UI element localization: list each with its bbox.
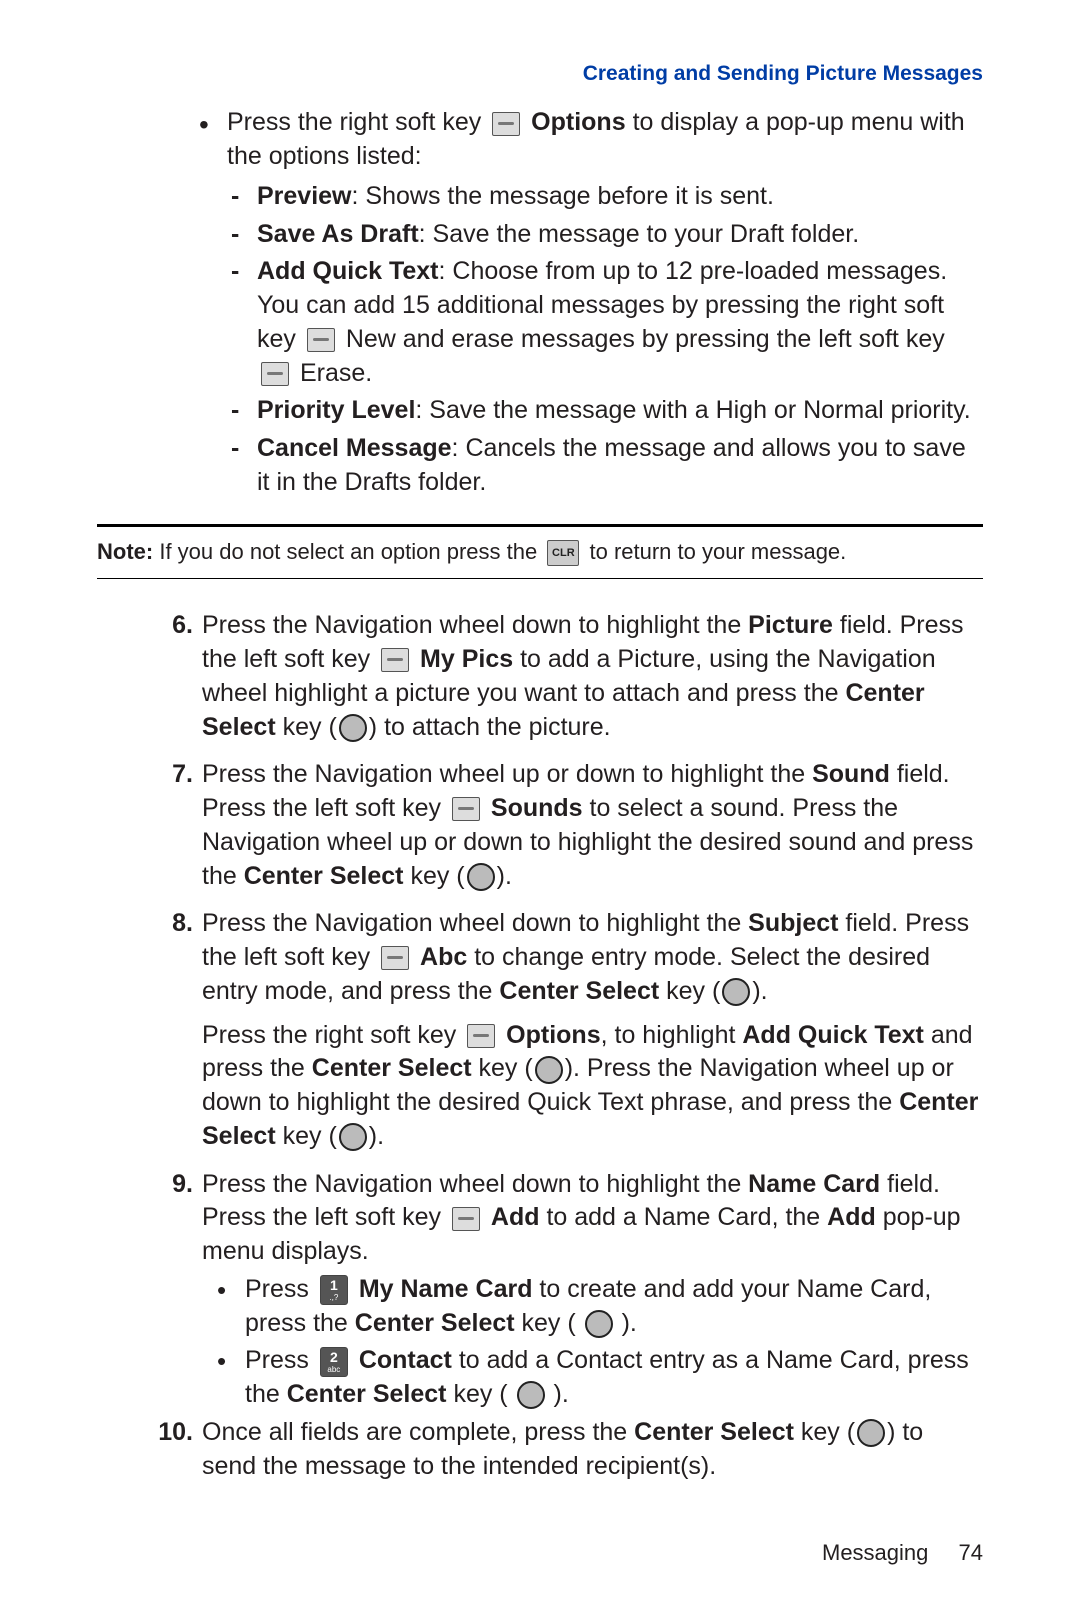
softkey-icon	[492, 112, 520, 136]
step-10: 10. Once all fields are complete, press …	[97, 1416, 983, 1484]
page-footer: Messaging 74	[822, 1538, 983, 1568]
softkey-icon	[261, 362, 289, 386]
softkey-icon	[381, 648, 409, 672]
center-select-icon	[517, 1381, 545, 1409]
steps-list-2: 10. Once all fields are complete, press …	[97, 1416, 983, 1484]
option-preview: Preview: Shows the message before it is …	[97, 180, 983, 214]
center-select-icon	[722, 978, 750, 1006]
option-add-quick-text: Add Quick Text: Choose from up to 12 pre…	[97, 255, 983, 390]
step-9: 9. Press the Navigation wheel down to hi…	[97, 1168, 983, 1269]
softkey-icon	[452, 1207, 480, 1231]
steps-list: 6. Press the Navigation wheel down to hi…	[97, 609, 983, 1269]
center-select-icon	[585, 1310, 613, 1338]
step-9-my-name-card: Press 1.,? My Name Card to create and ad…	[97, 1273, 983, 1341]
step-8: 8. Press the Navigation wheel down to hi…	[97, 907, 983, 1153]
options-intro-list: Press the right soft key Options to disp…	[97, 106, 983, 174]
header-topic: Creating and Sending Picture Messages	[97, 60, 983, 88]
footer-section: Messaging	[822, 1540, 928, 1565]
key-1-icon: 1.,?	[320, 1275, 348, 1305]
manual-page: Creating and Sending Picture Messages Pr…	[0, 0, 1080, 1620]
option-cancel: Cancel Message: Cancels the message and …	[97, 432, 983, 500]
softkey-icon	[467, 1024, 495, 1048]
center-select-icon	[857, 1419, 885, 1447]
center-select-icon	[535, 1056, 563, 1084]
step-6: 6. Press the Navigation wheel down to hi…	[97, 609, 983, 744]
step-9-sub: Press 1.,? My Name Card to create and ad…	[97, 1273, 983, 1412]
note-label: Note:	[97, 539, 153, 564]
center-select-icon	[339, 714, 367, 742]
step-7: 7. Press the Navigation wheel up or down…	[97, 758, 983, 893]
center-select-icon	[467, 863, 495, 891]
softkey-icon	[307, 328, 335, 352]
clr-key-icon: CLR	[547, 540, 579, 566]
footer-page-number: 74	[959, 1540, 983, 1565]
option-priority: Priority Level: Save the message with a …	[97, 394, 983, 428]
softkey-icon	[452, 797, 480, 821]
step-9-contact: Press 2abc Contact to add a Contact entr…	[97, 1344, 983, 1412]
step-8-extra: Press the right soft key Options, to hig…	[202, 1019, 983, 1154]
key-2-icon: 2abc	[320, 1347, 348, 1377]
center-select-icon	[339, 1123, 367, 1151]
option-save-draft: Save As Draft: Save the message to your …	[97, 218, 983, 252]
softkey-icon	[381, 946, 409, 970]
note-box: Note: If you do not select an option pre…	[97, 524, 983, 580]
options-sublist: Preview: Shows the message before it is …	[97, 180, 983, 500]
options-label: Options	[531, 108, 625, 136]
options-intro: Press the right soft key Options to disp…	[97, 106, 983, 174]
